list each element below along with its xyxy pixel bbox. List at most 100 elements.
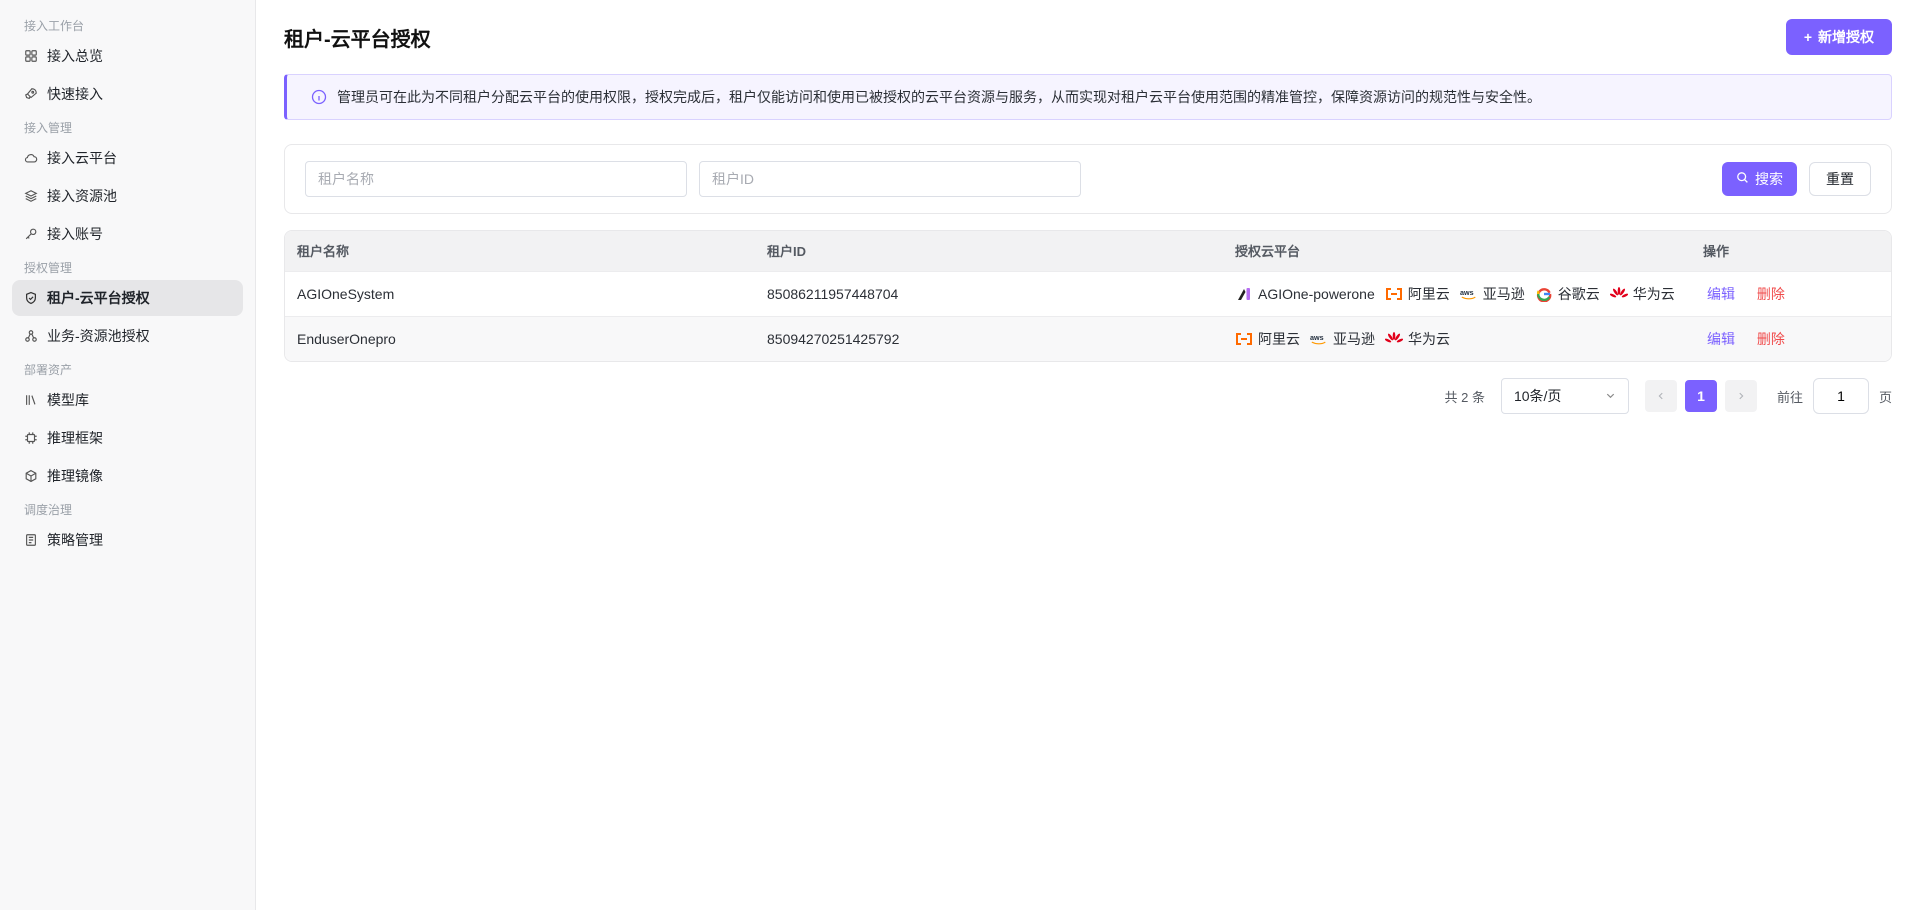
platform-tag: 华为云 bbox=[1609, 284, 1675, 304]
sidebar-item-label: 模型库 bbox=[47, 392, 89, 408]
page-title: 租户-云平台授权 bbox=[284, 28, 431, 51]
sidebar-group-title: 调度治理 bbox=[24, 503, 73, 517]
sidebar-item-inference-framework[interactable]: 推理框架 bbox=[12, 420, 243, 456]
sidebar-item-model-library[interactable]: 模型库 bbox=[12, 382, 243, 418]
table-row: EnduserOnepro 85094270251425792 阿里云 aws … bbox=[285, 315, 1891, 361]
rocket-icon bbox=[24, 87, 38, 101]
page-size-value: 10条/页 bbox=[1513, 388, 1562, 404]
column-header: 租户ID bbox=[755, 231, 1223, 271]
reset-button[interactable]: 重置 bbox=[1809, 162, 1871, 196]
tenant-id-cell: 85086211957448704 bbox=[755, 270, 1223, 316]
goto-page-input[interactable] bbox=[1812, 378, 1869, 414]
sidebar: 接入工作台 接入总览 快速接入 接入管理 接入云平台 接入资源池 接入账号 授权… bbox=[0, 0, 256, 910]
page-header: 租户-云平台授权 + 新增授权 bbox=[284, 0, 1892, 74]
sidebar-item-access-cloud[interactable]: 接入云平台 bbox=[12, 140, 243, 176]
table-header-row: 租户名称 租户ID 授权云平台 操作 bbox=[285, 231, 1891, 271]
sidebar-item-label: 接入总览 bbox=[47, 48, 103, 64]
platform-tag: AGIOne-powerone bbox=[1235, 286, 1375, 302]
platform-tag: aws 亚马逊 bbox=[1310, 329, 1375, 349]
sidebar-group-title: 部署资产 bbox=[24, 363, 73, 377]
svg-text:aws: aws bbox=[1460, 287, 1474, 296]
agione-logo-icon bbox=[1235, 286, 1253, 302]
page-number-button[interactable]: 1 bbox=[1684, 380, 1717, 412]
aws-logo-icon: aws bbox=[1310, 331, 1328, 347]
main-content: 租户-云平台授权 + 新增授权 管理员可在此为不同租户分配云平台的使用权限，授权… bbox=[284, 0, 1892, 414]
sidebar-group-title: 接入工作台 bbox=[24, 19, 85, 33]
goto-label: 前往 bbox=[1776, 389, 1803, 405]
tenant-name-cell: EnduserOnepro bbox=[285, 315, 755, 361]
aliyun-logo-icon bbox=[1235, 331, 1253, 347]
plus-icon: + bbox=[1803, 29, 1812, 45]
platform-name: 华为云 bbox=[1632, 285, 1675, 302]
huawei-logo-icon bbox=[1609, 286, 1628, 302]
platform-name: 华为云 bbox=[1408, 330, 1450, 347]
add-authorization-button[interactable]: + 新增授权 bbox=[1785, 19, 1892, 55]
platform-tag: aws 亚马逊 bbox=[1460, 284, 1525, 304]
delete-link[interactable]: 删除 bbox=[1753, 286, 1785, 302]
platform-tag: 谷歌云 bbox=[1535, 284, 1600, 304]
aliyun-logo-icon bbox=[1385, 286, 1403, 302]
sidebar-item-business-pool-auth[interactable]: 业务-资源池授权 bbox=[12, 318, 243, 354]
sidebar-item-access-pool[interactable]: 接入资源池 bbox=[12, 178, 243, 214]
delete-link[interactable]: 删除 bbox=[1753, 331, 1785, 347]
pagination: 共 2 条 10条/页 1 前往 页 bbox=[284, 378, 1892, 414]
info-notice: 管理员可在此为不同租户分配云平台的使用权限，授权完成后，租户仅能访问和使用已被授… bbox=[284, 74, 1892, 120]
chip-icon bbox=[24, 431, 38, 445]
sidebar-item-label: 推理镜像 bbox=[47, 468, 103, 484]
sidebar-item-policy-management[interactable]: 策略管理 bbox=[12, 522, 243, 558]
chevron-down-icon bbox=[1605, 388, 1616, 404]
column-header: 租户名称 bbox=[285, 231, 755, 271]
sidebar-item-label: 策略管理 bbox=[47, 532, 103, 548]
platform-name: 谷歌云 bbox=[1557, 285, 1600, 302]
search-button[interactable]: 搜索 bbox=[1722, 162, 1797, 196]
sidebar-item-inference-image[interactable]: 推理镜像 bbox=[12, 458, 243, 494]
column-header: 授权云平台 bbox=[1223, 231, 1691, 271]
sidebar-item-label: 租户-云平台授权 bbox=[47, 290, 150, 306]
column-header: 操作 bbox=[1691, 231, 1891, 271]
tenant-name-cell: AGIOneSystem bbox=[285, 270, 755, 316]
tenant-name-input[interactable] bbox=[305, 161, 687, 197]
platform-name: 阿里云 bbox=[1258, 330, 1300, 347]
huawei-logo-icon bbox=[1385, 331, 1403, 347]
sidebar-item-access-overview[interactable]: 接入总览 bbox=[12, 38, 243, 74]
tenant-id-input[interactable] bbox=[699, 161, 1081, 197]
sidebar-item-tenant-cloud-auth[interactable]: 租户-云平台授权 bbox=[12, 280, 243, 316]
platform-tag: 华为云 bbox=[1385, 329, 1450, 349]
shield-icon bbox=[24, 291, 38, 305]
goto-suffix: 页 bbox=[1878, 389, 1892, 405]
chevron-right-icon bbox=[1739, 392, 1744, 400]
layers-icon bbox=[24, 189, 38, 203]
search-icon bbox=[1736, 171, 1749, 187]
platform-name: AGIOne-powerone bbox=[1258, 285, 1375, 302]
search-actions: 搜索 重置 bbox=[1722, 162, 1871, 196]
aws-logo-icon: aws bbox=[1460, 286, 1478, 302]
next-page-button[interactable] bbox=[1724, 380, 1757, 412]
box-icon bbox=[24, 469, 38, 483]
cloud-icon bbox=[24, 151, 38, 165]
platform-name: 亚马逊 bbox=[1482, 285, 1525, 302]
platform-tag: 阿里云 bbox=[1235, 329, 1300, 349]
edit-link[interactable]: 编辑 bbox=[1703, 286, 1735, 302]
sidebar-item-label: 业务-资源池授权 bbox=[47, 328, 150, 344]
actions-cell: 编辑 删除 bbox=[1691, 315, 1891, 361]
key-icon bbox=[24, 227, 38, 241]
google-logo-icon bbox=[1535, 286, 1553, 302]
tenant-id-cell: 85094270251425792 bbox=[755, 315, 1223, 361]
chevron-left-icon bbox=[1658, 392, 1663, 400]
search-panel: 搜索 重置 bbox=[284, 144, 1892, 214]
platform-tag: 阿里云 bbox=[1385, 284, 1450, 304]
pagination-total: 共 2 条 bbox=[1444, 389, 1485, 405]
svg-text:aws: aws bbox=[1310, 333, 1324, 342]
platform-name: 亚马逊 bbox=[1333, 330, 1375, 347]
page-size-select[interactable]: 10条/页 bbox=[1500, 378, 1629, 414]
sidebar-item-quick-access[interactable]: 快速接入 bbox=[12, 76, 243, 112]
prev-page-button[interactable] bbox=[1644, 380, 1677, 412]
nodes-icon bbox=[24, 329, 38, 343]
edit-link[interactable]: 编辑 bbox=[1703, 331, 1735, 347]
actions-cell: 编辑 删除 bbox=[1691, 270, 1891, 316]
sidebar-group-title: 接入管理 bbox=[24, 121, 73, 135]
sidebar-item-access-account[interactable]: 接入账号 bbox=[12, 216, 243, 252]
platforms-cell: 阿里云 aws 亚马逊 华为云 bbox=[1223, 315, 1691, 361]
library-icon bbox=[24, 393, 38, 407]
sidebar-group-title: 授权管理 bbox=[24, 261, 73, 275]
